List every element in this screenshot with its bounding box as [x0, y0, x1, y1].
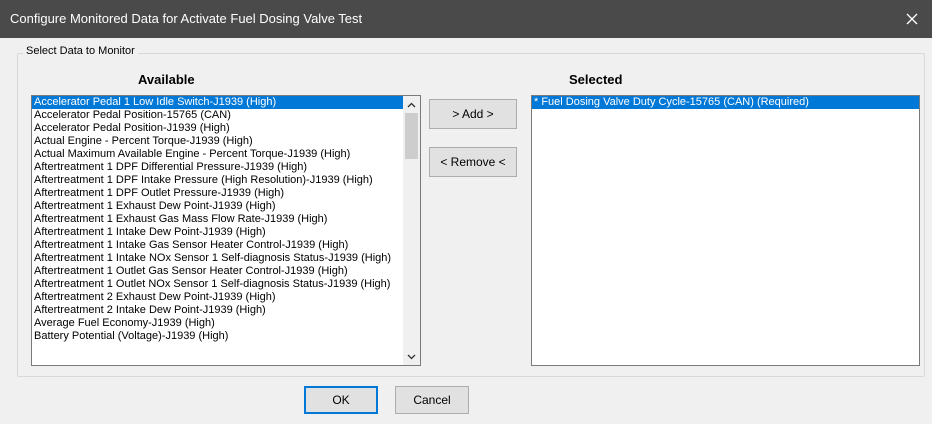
available-heading: Available — [138, 72, 195, 87]
add-button[interactable]: > Add > — [429, 99, 517, 129]
available-list-item[interactable]: Aftertreatment 2 Intake Dew Point-J1939 … — [32, 304, 403, 317]
available-list-item[interactable]: Average Fuel Economy-J1939 (High) — [32, 317, 403, 330]
available-list-item[interactable]: Aftertreatment 2 Exhaust Dew Point-J1939… — [32, 291, 403, 304]
available-list-item[interactable]: Aftertreatment 1 DPF Intake Pressure (Hi… — [32, 174, 403, 187]
available-scrollbar[interactable] — [403, 96, 420, 365]
dialog-body: Select Data to Monitor Available Selecte… — [0, 38, 932, 424]
chevron-down-icon — [407, 354, 416, 359]
close-icon — [906, 13, 918, 25]
scroll-thumb[interactable] — [405, 113, 418, 159]
scroll-up-button[interactable] — [403, 96, 420, 113]
available-list-item[interactable]: Aftertreatment 1 Exhaust Dew Point-J1939… — [32, 200, 403, 213]
window-title: Configure Monitored Data for Activate Fu… — [10, 11, 363, 26]
available-listbox[interactable]: Accelerator Pedal 1 Low Idle Switch-J193… — [31, 95, 421, 366]
available-list-item[interactable]: Battery Potential (Voltage)-J1939 (High) — [32, 330, 403, 343]
available-list-item[interactable]: Accelerator Pedal Position-15765 (CAN) — [32, 109, 403, 122]
ok-button[interactable]: OK — [304, 386, 378, 414]
close-button[interactable] — [892, 0, 932, 38]
title-bar: Configure Monitored Data for Activate Fu… — [0, 0, 932, 38]
selected-list-item[interactable]: * Fuel Dosing Valve Duty Cycle-15765 (CA… — [532, 96, 919, 109]
available-list-item[interactable]: Aftertreatment 1 DPF Differential Pressu… — [32, 161, 403, 174]
available-list-item[interactable]: Aftertreatment 1 Intake NOx Sensor 1 Sel… — [32, 252, 403, 265]
available-list-item[interactable]: Aftertreatment 1 Intake Dew Point-J1939 … — [32, 226, 403, 239]
selected-items: * Fuel Dosing Valve Duty Cycle-15765 (CA… — [532, 96, 919, 365]
available-list-item[interactable]: Accelerator Pedal Position-J1939 (High) — [32, 122, 403, 135]
cancel-button[interactable]: Cancel — [395, 386, 469, 414]
available-list-item[interactable]: Accelerator Pedal 1 Low Idle Switch-J193… — [32, 96, 403, 109]
selected-listbox[interactable]: * Fuel Dosing Valve Duty Cycle-15765 (CA… — [531, 95, 920, 366]
available-items: Accelerator Pedal 1 Low Idle Switch-J193… — [32, 96, 403, 365]
available-list-item[interactable]: Actual Engine - Percent Torque-J1939 (Hi… — [32, 135, 403, 148]
groupbox-legend: Select Data to Monitor — [23, 45, 138, 57]
available-list-item[interactable]: Aftertreatment 1 Intake Gas Sensor Heate… — [32, 239, 403, 252]
available-list-item[interactable]: Aftertreatment 1 Outlet NOx Sensor 1 Sel… — [32, 278, 403, 291]
available-list-item[interactable]: Aftertreatment 1 DPF Outlet Pressure-J19… — [32, 187, 403, 200]
available-list-item[interactable]: Aftertreatment 1 Exhaust Gas Mass Flow R… — [32, 213, 403, 226]
selected-heading: Selected — [569, 72, 623, 87]
available-list-item[interactable]: Aftertreatment 1 Outlet Gas Sensor Heate… — [32, 265, 403, 278]
remove-button[interactable]: < Remove < — [429, 147, 517, 177]
scroll-down-button[interactable] — [403, 348, 420, 365]
chevron-up-icon — [407, 102, 416, 107]
available-list-item[interactable]: Actual Maximum Available Engine - Percen… — [32, 148, 403, 161]
select-data-groupbox: Select Data to Monitor Available Selecte… — [17, 45, 925, 377]
